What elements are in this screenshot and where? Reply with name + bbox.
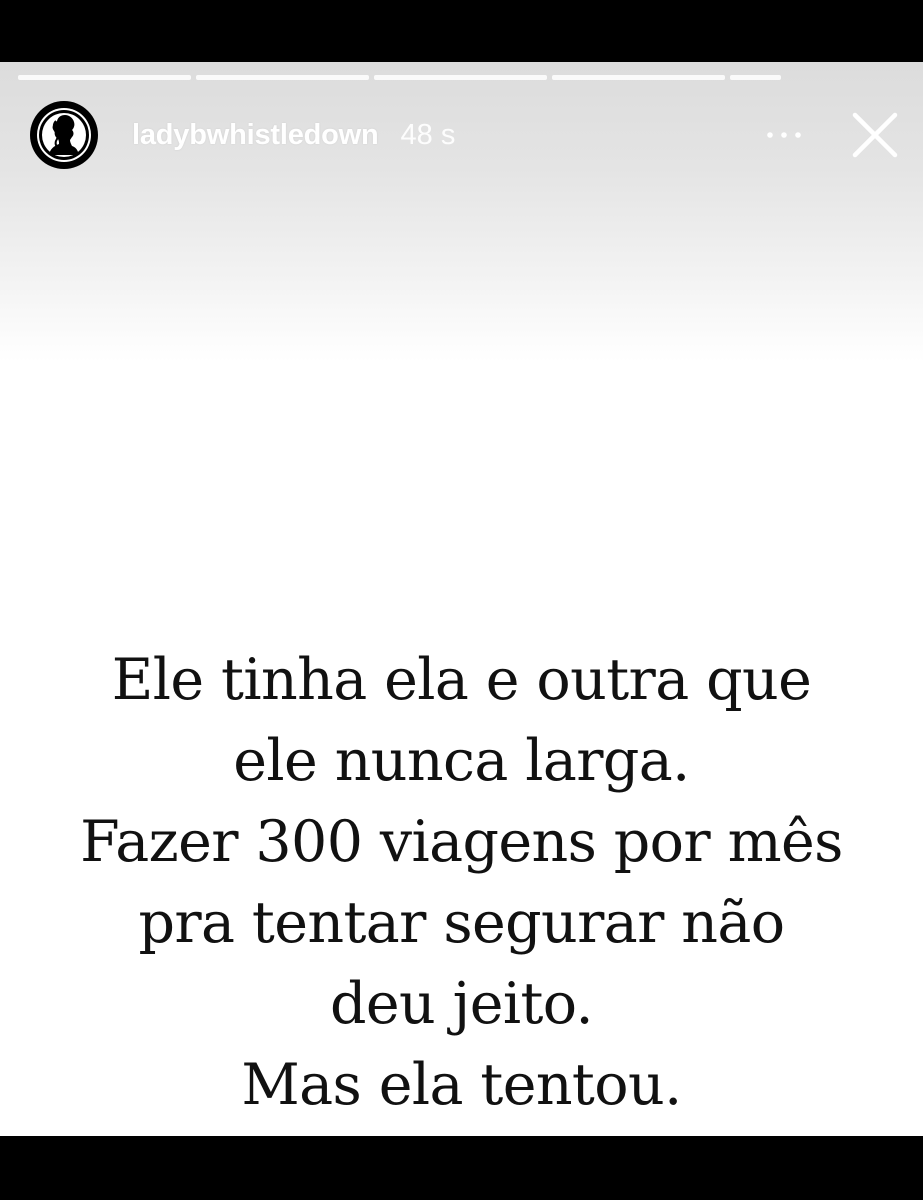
close-button[interactable] (850, 110, 900, 160)
story-message-line: ele nunca larga. (233, 728, 690, 794)
story-progress-bar (18, 75, 783, 80)
story-message-line: Mas ela tentou. (241, 1052, 682, 1118)
avatar[interactable] (30, 101, 98, 169)
story-message-line: deu jeito. (329, 971, 594, 1037)
story-progress-segment (18, 75, 191, 80)
story-message-line: Ele tinha ela e outra que (111, 647, 812, 713)
story-progress-segment (374, 75, 547, 80)
story-header: ladybwhistledown 48 s (30, 100, 900, 170)
story-viewer: ladybwhistledown 48 s Ele tinha ela e ou… (0, 0, 923, 1200)
silhouette-avatar-icon (37, 108, 91, 162)
story-progress-segment (552, 75, 725, 80)
more-options-button[interactable] (763, 115, 805, 155)
story-time: 48 s (400, 118, 456, 151)
more-options-icon (767, 132, 801, 138)
story-message-line: pra tentar segurar não (138, 890, 785, 956)
story-message: Ele tinha ela e outra que ele nunca larg… (35, 640, 888, 1126)
story-progress-segment (196, 75, 369, 80)
close-icon (852, 112, 898, 158)
story-message-line: Fazer 300 viagens por mês (80, 809, 843, 875)
story-progress-segment (730, 75, 781, 80)
story-username[interactable]: ladybwhistledown (132, 119, 379, 152)
story-card[interactable]: ladybwhistledown 48 s Ele tinha ela e ou… (0, 62, 923, 1136)
